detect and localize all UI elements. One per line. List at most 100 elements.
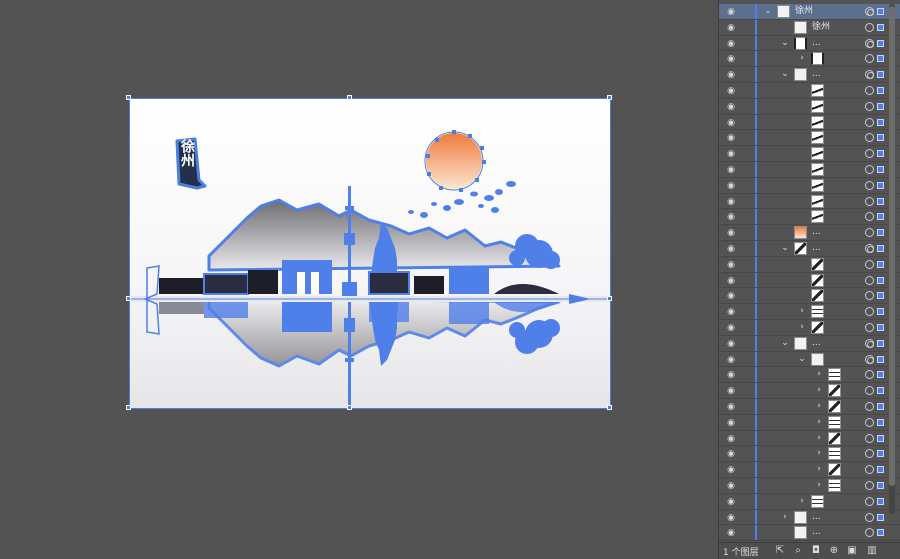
selection-handle-bottom-mid[interactable] (347, 405, 352, 410)
target-circle-icon[interactable] (865, 307, 874, 317)
layer-name[interactable]: 徐州 (812, 21, 830, 34)
selection-handle-top-left[interactable] (126, 95, 131, 100)
layer-row[interactable]: ◉ › (719, 462, 900, 478)
layer-row[interactable]: ◉ (719, 114, 900, 131)
visibility-eye-icon[interactable]: ◉ (725, 513, 737, 523)
target-circle-icon[interactable] (865, 496, 874, 506)
selection-indicator[interactable] (877, 292, 884, 300)
expand-chevron-icon[interactable]: › (814, 433, 824, 443)
layer-name[interactable]: ... (812, 337, 821, 350)
layer-row[interactable]: ◉... (719, 225, 900, 241)
layer-name[interactable]: ... (812, 526, 821, 539)
visibility-eye-icon[interactable]: ◉ (725, 7, 737, 17)
visibility-eye-icon[interactable]: ◉ (725, 497, 737, 507)
export-icon[interactable]: ⇱ (774, 545, 786, 557)
visibility-eye-icon[interactable]: ◉ (725, 86, 737, 96)
selection-handle-top-mid[interactable] (347, 95, 352, 100)
visibility-eye-icon[interactable]: ◉ (725, 181, 737, 191)
layer-name[interactable]: ... (812, 242, 821, 255)
selection-indicator[interactable] (877, 71, 884, 79)
target-circle-icon[interactable] (865, 386, 874, 396)
target-circle-icon[interactable] (865, 480, 874, 490)
target-circle-icon[interactable] (865, 22, 874, 32)
target-circle-icon[interactable] (865, 259, 874, 269)
layer-row[interactable]: ◉ ›... (719, 509, 900, 526)
layer-row[interactable]: ◉ › (719, 319, 900, 336)
layer-row[interactable]: ◉ ⌄... (719, 240, 900, 257)
visibility-eye-icon[interactable]: ◉ (725, 212, 737, 222)
visibility-eye-icon[interactable]: ◉ (725, 465, 737, 475)
expand-chevron-icon[interactable]: › (797, 53, 807, 63)
visibility-eye-icon[interactable]: ◉ (725, 197, 737, 207)
selection-indicator[interactable] (877, 150, 884, 158)
target-circle-icon[interactable] (865, 38, 874, 48)
target-circle-icon[interactable] (865, 180, 874, 190)
layer-row[interactable]: ◉ ⌄ 徐州 (719, 4, 900, 20)
target-circle-icon[interactable] (865, 228, 874, 238)
collapse-chevron-icon[interactable]: ⌄ (780, 38, 790, 48)
selection-indicator[interactable] (877, 481, 884, 489)
layer-row[interactable]: ◉ › (719, 367, 900, 384)
target-circle-icon[interactable] (865, 149, 874, 159)
layer-row[interactable]: ◉ ⌄... (719, 335, 900, 352)
expand-chevron-icon[interactable]: › (814, 480, 824, 490)
target-circle-icon[interactable] (865, 70, 874, 80)
collapse-chevron-icon[interactable]: ⌄ (780, 69, 790, 79)
collapse-chevron-icon[interactable]: ⌄ (763, 6, 773, 16)
selection-indicator[interactable] (877, 529, 884, 537)
layer-name[interactable]: ... (812, 226, 821, 239)
delete-layer-icon[interactable]: ▥ (866, 545, 878, 557)
target-circle-icon[interactable] (865, 117, 874, 127)
selection-indicator[interactable] (877, 434, 884, 442)
layer-row[interactable]: ◉ 徐州 (719, 19, 900, 36)
visibility-eye-icon[interactable]: ◉ (725, 102, 737, 112)
selection-indicator[interactable] (877, 402, 884, 410)
target-circle-icon[interactable] (865, 528, 874, 538)
layer-row[interactable]: ◉ (719, 193, 900, 210)
layer-row[interactable]: ◉ (719, 256, 900, 273)
selection-indicator[interactable] (877, 118, 884, 126)
layer-row[interactable]: ◉ (719, 288, 900, 305)
layer-row[interactable]: ◉ (719, 161, 900, 178)
visibility-eye-icon[interactable]: ◉ (725, 528, 737, 538)
selection-handle-top-right[interactable] (607, 95, 612, 100)
target-circle-icon[interactable] (865, 212, 874, 222)
visibility-eye-icon[interactable]: ◉ (725, 355, 737, 365)
selection-handle-bottom-left[interactable] (126, 405, 131, 410)
expand-chevron-icon[interactable]: › (814, 369, 824, 379)
target-circle-icon[interactable] (865, 512, 874, 522)
visibility-eye-icon[interactable]: ◉ (725, 291, 737, 301)
expand-chevron-icon[interactable]: › (814, 401, 824, 411)
visibility-eye-icon[interactable]: ◉ (725, 70, 737, 80)
visibility-eye-icon[interactable]: ◉ (725, 260, 737, 270)
selection-indicator[interactable] (877, 450, 884, 458)
collapse-chevron-icon[interactable]: ⌄ (780, 243, 790, 253)
visibility-eye-icon[interactable]: ◉ (725, 418, 737, 428)
clipping-mask-icon[interactable]: ◘ (810, 545, 822, 557)
selection-indicator[interactable] (877, 165, 884, 173)
expand-chevron-icon[interactable]: › (814, 417, 824, 427)
selection-indicator[interactable] (877, 244, 884, 252)
selection-handle-mid-right[interactable] (607, 296, 612, 301)
selection-indicator[interactable] (877, 134, 884, 142)
target-circle-icon[interactable] (865, 370, 874, 380)
target-circle-icon[interactable] (865, 401, 874, 411)
expand-chevron-icon[interactable]: › (797, 322, 807, 332)
locate-object-icon[interactable]: ⌕ (792, 545, 804, 557)
collapse-chevron-icon[interactable]: ⌄ (797, 354, 807, 364)
layer-row[interactable]: ◉ (719, 98, 900, 115)
visibility-eye-icon[interactable]: ◉ (725, 228, 737, 238)
selection-indicator[interactable] (877, 418, 884, 426)
layer-row[interactable]: ◉ (719, 209, 900, 226)
target-circle-icon[interactable] (865, 417, 874, 427)
expand-chevron-icon[interactable]: › (814, 385, 824, 395)
selection-indicator[interactable] (877, 497, 884, 505)
expand-chevron-icon[interactable]: › (797, 306, 807, 316)
layer-row[interactable]: ◉ ⌄ (719, 351, 900, 368)
selection-indicator[interactable] (877, 387, 884, 395)
target-circle-icon[interactable] (865, 433, 874, 443)
layer-row[interactable]: ◉ › (719, 493, 900, 510)
selection-indicator[interactable] (877, 339, 884, 347)
layer-row[interactable]: ◉ › (719, 430, 900, 447)
layer-row[interactable]: ◉ (719, 272, 900, 289)
